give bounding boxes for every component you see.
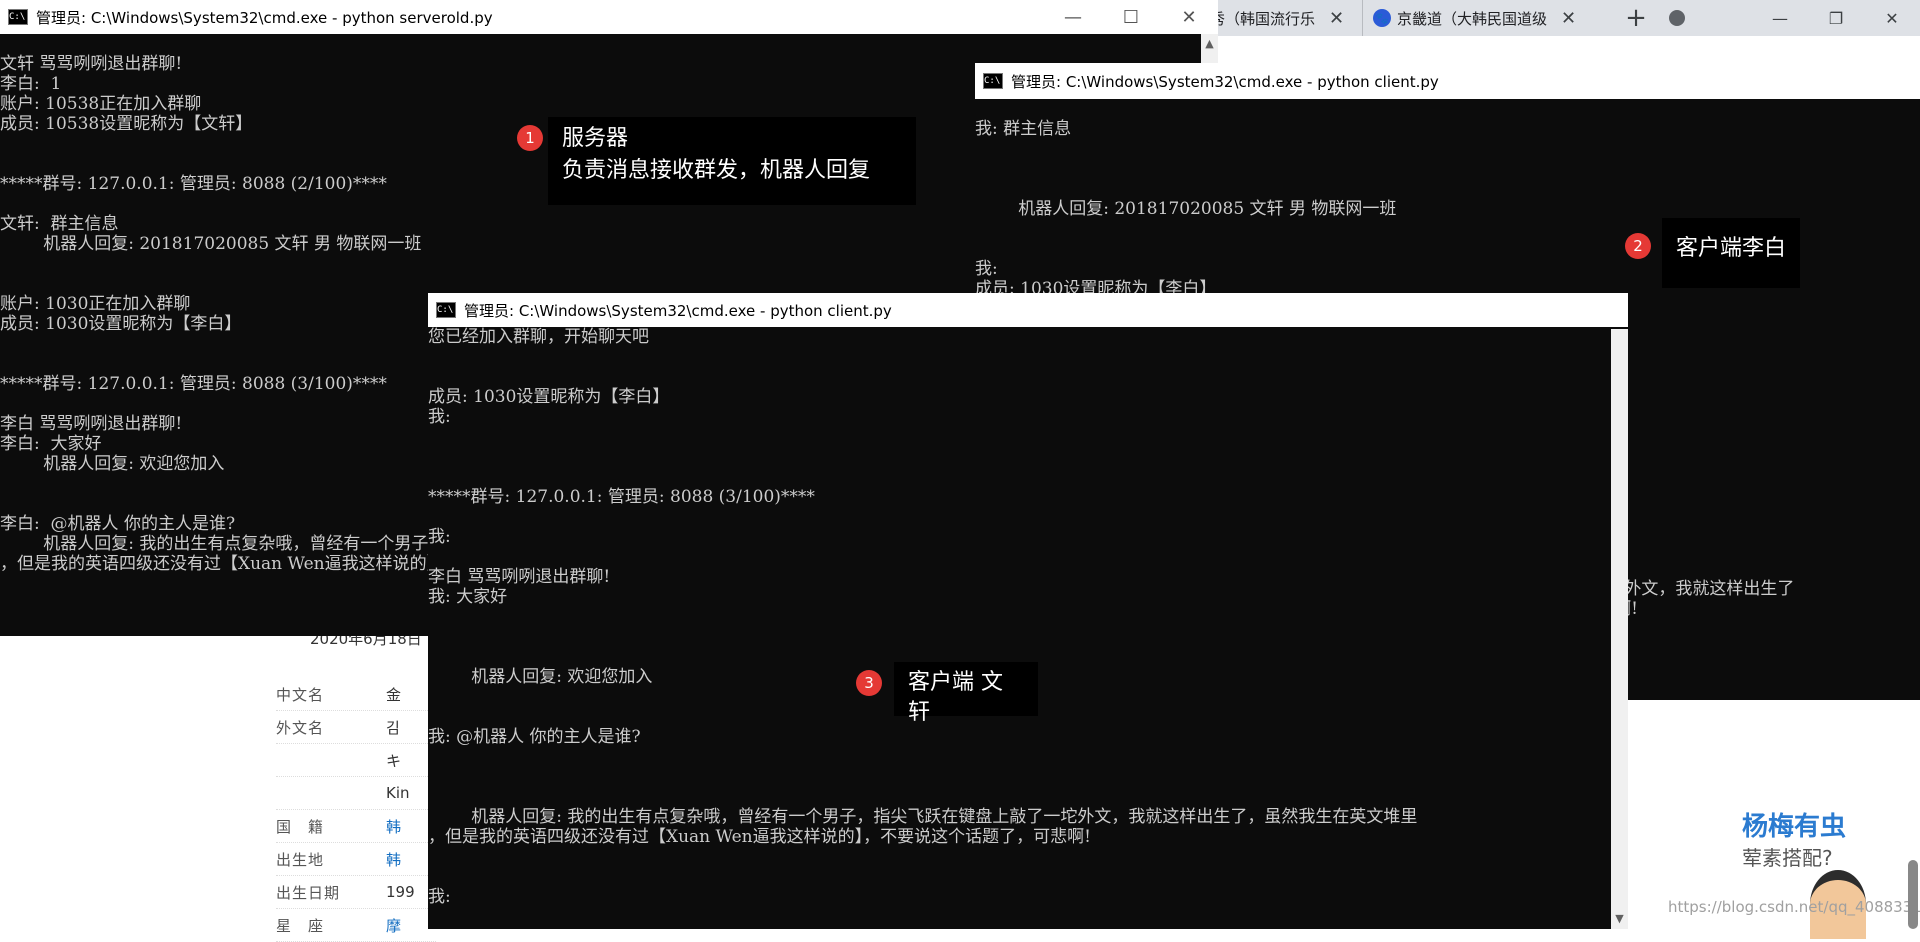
window-title: 管理员: C:\Windows\System32\cmd.exe - pytho…: [1011, 72, 1439, 91]
info-value: 金: [386, 685, 402, 704]
cmd-icon: C:\: [8, 9, 28, 25]
close-tab-icon[interactable]: ✕: [1561, 8, 1576, 29]
info-key: 出生日期: [276, 883, 341, 902]
browser-tab[interactable]: 秀（韩国流行乐 ✕: [1200, 0, 1362, 36]
info-link[interactable]: 摩: [386, 915, 401, 936]
callout-title: 服务器: [562, 126, 629, 151]
console-line: 我:: [428, 887, 451, 907]
ad-title[interactable]: 杨梅有虫: [1742, 806, 1846, 843]
console-line: 机器人回复: 201817020085 文轩 男 物联网一班: [975, 199, 1397, 219]
info-row: 国 籍韩: [276, 810, 436, 843]
console-line: 您已经加入群聊，开始聊天吧: [428, 327, 649, 347]
close-icon[interactable]: ✕: [1160, 0, 1218, 34]
callout-title: 客户端李白: [1676, 236, 1787, 261]
callout-description: 负责消息接收群发，机器人回复: [562, 158, 871, 183]
info-value: Kin: [386, 784, 410, 802]
info-key: 国 籍: [276, 817, 325, 836]
callout-number-badge: 2: [1625, 233, 1651, 259]
page-scrollbar[interactable]: [1908, 860, 1918, 929]
vertical-scrollbar[interactable]: ▼: [1611, 329, 1628, 929]
console-line: 我:: [428, 407, 451, 427]
callout-client-wenxuan: 客户端 文轩: [894, 662, 1038, 725]
watermark: https://blog.csdn.net/qq_40883311: [1668, 898, 1920, 916]
maximize-icon[interactable]: ☐: [1102, 0, 1160, 34]
info-link[interactable]: 韩: [386, 849, 401, 870]
minimize-icon[interactable]: —: [1752, 0, 1808, 36]
info-value: 김: [386, 718, 400, 737]
minimize-icon[interactable]: —: [1044, 0, 1102, 34]
ad-subtitle: 荤素搭配?: [1742, 846, 1833, 870]
info-key: 星 座: [276, 916, 325, 935]
close-icon[interactable]: ✕: [1864, 0, 1920, 36]
info-key: 外文名: [276, 718, 325, 737]
info-table: 中文名金 外文名 김 キ Kin 国 籍韩 出生地韩 出生日期 199 星 座摩: [276, 678, 436, 942]
window-title: 管理员: C:\Windows\System32\cmd.exe - pytho…: [464, 301, 892, 320]
callout-server: 服务器 负责消息接收群发，机器人回复: [548, 117, 916, 205]
maximize-icon[interactable]: ❐: [1808, 0, 1864, 36]
info-row: Kin: [276, 777, 436, 810]
info-row: 出生地 韩: [276, 843, 436, 876]
scroll-up-icon[interactable]: ▲: [1201, 34, 1218, 54]
console-line: 机器人回复: 我的出生有点复杂哦，曾经有一个男子，指尖飞跃在键盘上敲了一坨外文，…: [428, 807, 1418, 827]
info-key: 中文名: [276, 685, 325, 704]
window-titlebar[interactable]: C:\ 管理员: C:\Windows\System32\cmd.exe - p…: [0, 0, 1218, 34]
cmd-icon: C:\: [436, 302, 456, 318]
callout-number-badge: 1: [517, 125, 543, 151]
console-line: 我:: [428, 527, 451, 547]
info-row: キ: [276, 744, 436, 777]
console-output: 您已经加入群聊，开始聊天吧 成员: 1030设置昵称为【李白】 我: *****群…: [428, 327, 1611, 929]
window-title: 管理员: C:\Windows\System32\cmd.exe - pytho…: [36, 8, 493, 27]
browser-tab-strip: 秀（韩国流行乐 ✕ 🐾 京畿道（大韩民国道级 ✕ + — ❐ ✕: [1200, 0, 1920, 36]
info-value: 199: [386, 883, 415, 901]
info-key: 出生地: [276, 850, 325, 869]
console-line: *****群号: 127.0.0.1: 管理员: 8088 (3/100)***…: [428, 487, 815, 507]
window-titlebar[interactable]: C:\ 管理员: C:\Windows\System32\cmd.exe - p…: [428, 293, 1628, 327]
scroll-down-icon[interactable]: ▼: [1611, 909, 1628, 929]
console-line: 我: 群主信息: [975, 119, 1072, 139]
console-line: 成员: 1030设置昵称为【李白】: [428, 387, 670, 407]
baidu-paw-icon: 🐾: [1373, 9, 1391, 27]
info-row: 出生日期 199: [276, 876, 436, 909]
tab-title: 秀（韩国流行乐: [1210, 9, 1316, 28]
console-line: 我: @机器人 你的主人是谁?: [428, 727, 641, 747]
info-row: 星 座摩: [276, 909, 436, 942]
cmd-icon: C:\: [983, 73, 1003, 89]
console-line: ，但是我的英语四级还没有过【Xuan Wen逼我这样说的】，不要说这个话题了，可…: [428, 827, 1091, 847]
callout-client-libai: 客户端李白: [1662, 218, 1800, 288]
info-value: キ: [386, 751, 402, 770]
callout-title: 客户端 文轩: [908, 670, 1003, 725]
console-line: 李白 骂骂咧咧退出群聊!: [428, 567, 611, 587]
console-line: 我: 大家好: [428, 587, 508, 607]
new-tab-button[interactable]: +: [1615, 0, 1657, 36]
callout-number-badge: 3: [856, 670, 882, 696]
client-wenxuan-console-window[interactable]: C:\ 管理员: C:\Windows\System32\cmd.exe - p…: [428, 293, 1628, 929]
browser-tab[interactable]: 🐾 京畿道（大韩民国道级 ✕: [1362, 0, 1615, 36]
close-tab-icon[interactable]: ✕: [1329, 8, 1344, 29]
window-titlebar[interactable]: C:\ 管理员: C:\Windows\System32\cmd.exe - p…: [975, 63, 1920, 99]
info-row: 外文名 김: [276, 711, 436, 744]
profile-icon[interactable]: [1657, 0, 1697, 36]
info-link[interactable]: 韩: [386, 816, 401, 837]
tab-title: 京畿道（大韩民国道级: [1397, 9, 1548, 28]
info-row: 中文名 金: [276, 678, 436, 711]
